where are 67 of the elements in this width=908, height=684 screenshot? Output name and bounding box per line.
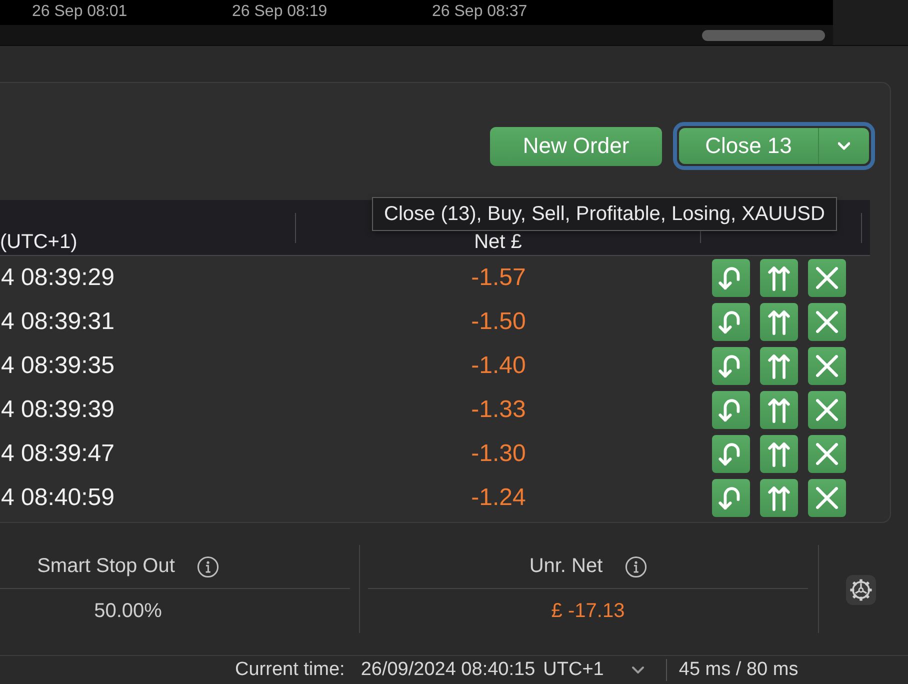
double-arrow-button[interactable]: [760, 435, 798, 473]
time-cell: 4 08:39:31: [1, 308, 114, 335]
double-arrow-button[interactable]: [760, 347, 798, 385]
metric-label: Smart Stop Out: [37, 555, 175, 578]
time-axis-label: 26 Sep 08:37: [432, 3, 528, 21]
u-turn-button[interactable]: [712, 479, 750, 517]
u-turn-button[interactable]: [712, 347, 750, 385]
u-turn-button[interactable]: [712, 303, 750, 341]
close-all-button[interactable]: Close 13: [679, 128, 818, 164]
split-button[interactable]: Close 13: [673, 122, 875, 170]
net-value-cell: -1.40: [471, 352, 526, 380]
double-up-arrow-icon: [766, 265, 792, 291]
net-value-cell: -1.24: [471, 484, 526, 512]
dropdown-button[interactable]: [818, 128, 869, 164]
double-up-arrow-icon: [766, 485, 792, 511]
close-button[interactable]: [808, 391, 846, 429]
u-turn-button[interactable]: [712, 435, 750, 473]
metric-value: £ -17.13: [551, 600, 625, 623]
column-header: (UTC+1): [0, 232, 78, 252]
scrollbar-track[interactable]: [0, 25, 833, 45]
settings-icon[interactable]: [846, 575, 876, 605]
close-button[interactable]: [808, 435, 846, 473]
double-arrow-button[interactable]: [760, 303, 798, 341]
double-arrow-button[interactable]: [760, 479, 798, 517]
double-arrow-button[interactable]: [760, 391, 798, 429]
close-icon: [816, 355, 838, 377]
close-icon: [816, 267, 838, 289]
caret-icon: [632, 666, 644, 674]
close-icon: [816, 311, 838, 333]
time-cell: 4 08:39:47: [1, 440, 114, 467]
time-cell: 4 08:39:29: [1, 264, 114, 291]
close-button[interactable]: [808, 347, 846, 385]
double-up-arrow-icon: [766, 397, 792, 423]
close-icon: [816, 443, 838, 465]
close-icon: [816, 487, 838, 509]
u-turn-button[interactable]: [712, 259, 750, 297]
time-cell: 4 08:39:39: [1, 396, 114, 423]
u-turn-button[interactable]: [712, 391, 750, 429]
current-time-value: 26/09/2024 08:40:15: [360, 659, 536, 681]
time-axis-label: 26 Sep 08:19: [232, 3, 328, 21]
double-up-arrow-icon: [766, 309, 792, 335]
net-value-cell: -1.57: [471, 264, 526, 292]
tooltip: Close (13), Buy, Sell, Profitable, Losing, XAUUSD: [372, 197, 837, 231]
double-up-arrow-icon: [766, 441, 792, 467]
close-button[interactable]: [808, 303, 846, 341]
latency-text: 45 ms / 80 ms: [678, 659, 798, 681]
column-header: Net £: [474, 232, 522, 252]
timezone-dropdown[interactable]: UTC+1: [543, 659, 644, 681]
double-up-arrow-icon: [766, 353, 792, 379]
metric-label: Unr. Net: [529, 555, 603, 578]
info-icon[interactable]: [624, 556, 647, 578]
double-arrow-button[interactable]: [760, 259, 798, 297]
scrollbar-thumb[interactable]: [702, 30, 825, 40]
caret-icon: [838, 142, 850, 150]
close-button[interactable]: [808, 259, 846, 297]
time-cell: 4 08:39:35: [1, 352, 114, 379]
current-time-label: Current time:: [235, 659, 345, 681]
time-cell: 4 08:40:59: [1, 484, 114, 511]
close-icon: [816, 399, 838, 421]
close-button[interactable]: [808, 479, 846, 517]
new-order-button[interactable]: New Order: [490, 126, 662, 166]
net-value-cell: -1.33: [471, 396, 526, 424]
net-value-cell: -1.30: [471, 440, 526, 468]
metric-value: 50.00%: [94, 600, 162, 623]
net-value-cell: -1.50: [471, 308, 526, 336]
info-icon[interactable]: [196, 556, 219, 578]
time-axis-label: 26 Sep 08:01: [32, 3, 128, 21]
